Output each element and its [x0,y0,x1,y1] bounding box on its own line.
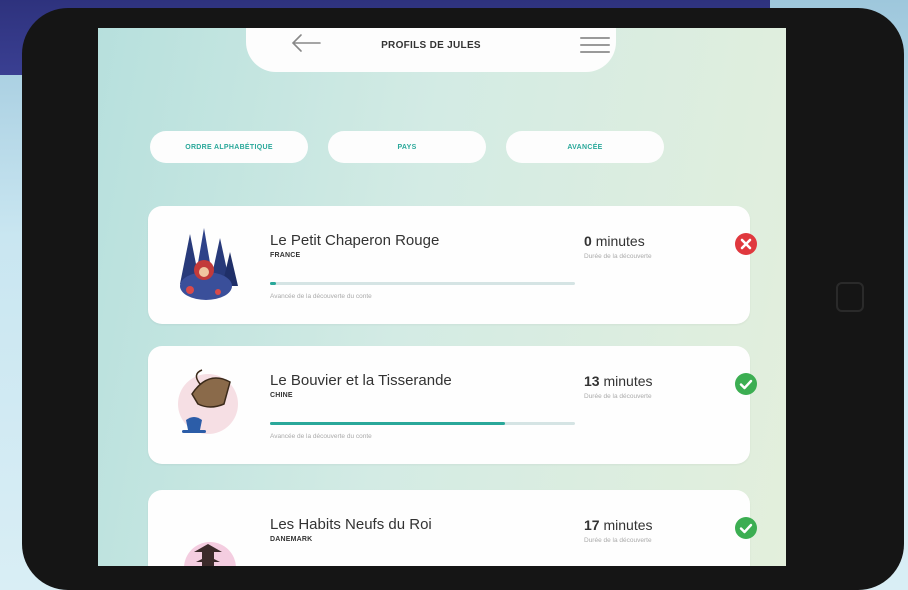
close-circle-icon [735,233,757,255]
app-screen: PROFILS DE JULES ORDRE ALPHABÉTIQUE PAYS… [98,28,786,566]
pagoda-illustration-icon [184,542,236,566]
story-country: FRANCE [270,252,301,259]
story-card[interactable]: Le Petit Chaperon Rouge FRANCE Avancée d… [148,206,757,324]
story-country: DANEMARK [270,536,313,543]
story-card[interactable]: Les Habits Neufs du Roi DANEMARK 17 minu… [148,490,757,566]
page-title: PROFILS DE JULES [381,40,481,51]
duration-label: Durée de la découverte [584,253,652,260]
progress-bar [270,282,575,285]
progress-bar [270,422,575,425]
sort-alphabetical-button[interactable]: ORDRE ALPHABÉTIQUE [150,131,308,163]
home-button[interactable] [836,282,864,312]
teapot-illustration-icon [178,369,238,434]
progress-label: Avancée de la découverte du conte [270,293,372,300]
duration-value: 13 minutes [584,373,653,389]
sort-progress-button[interactable]: AVANCÉE [506,131,664,163]
story-country: CHINE [270,392,293,399]
story-title: Le Petit Chaperon Rouge [270,232,440,249]
story-card[interactable]: Le Bouvier et la Tisserande CHINE Avancé… [148,346,757,464]
hamburger-menu-icon[interactable] [580,32,610,56]
story-title: Les Habits Neufs du Roi [270,516,432,533]
duration-value: 17 minutes [584,517,653,533]
duration-label: Durée de la découverte [584,393,652,400]
check-circle-icon [735,373,757,395]
sort-country-button[interactable]: PAYS [328,131,486,163]
header-bar: PROFILS DE JULES [246,28,616,72]
check-circle-icon [735,517,757,539]
duration-label: Durée de la découverte [584,537,652,544]
story-title: Le Bouvier et la Tisserande [270,372,452,389]
progress-label: Avancée de la découverte du conte [270,433,372,440]
forest-illustration-icon [180,228,238,300]
duration-value: 0 minutes [584,233,645,249]
